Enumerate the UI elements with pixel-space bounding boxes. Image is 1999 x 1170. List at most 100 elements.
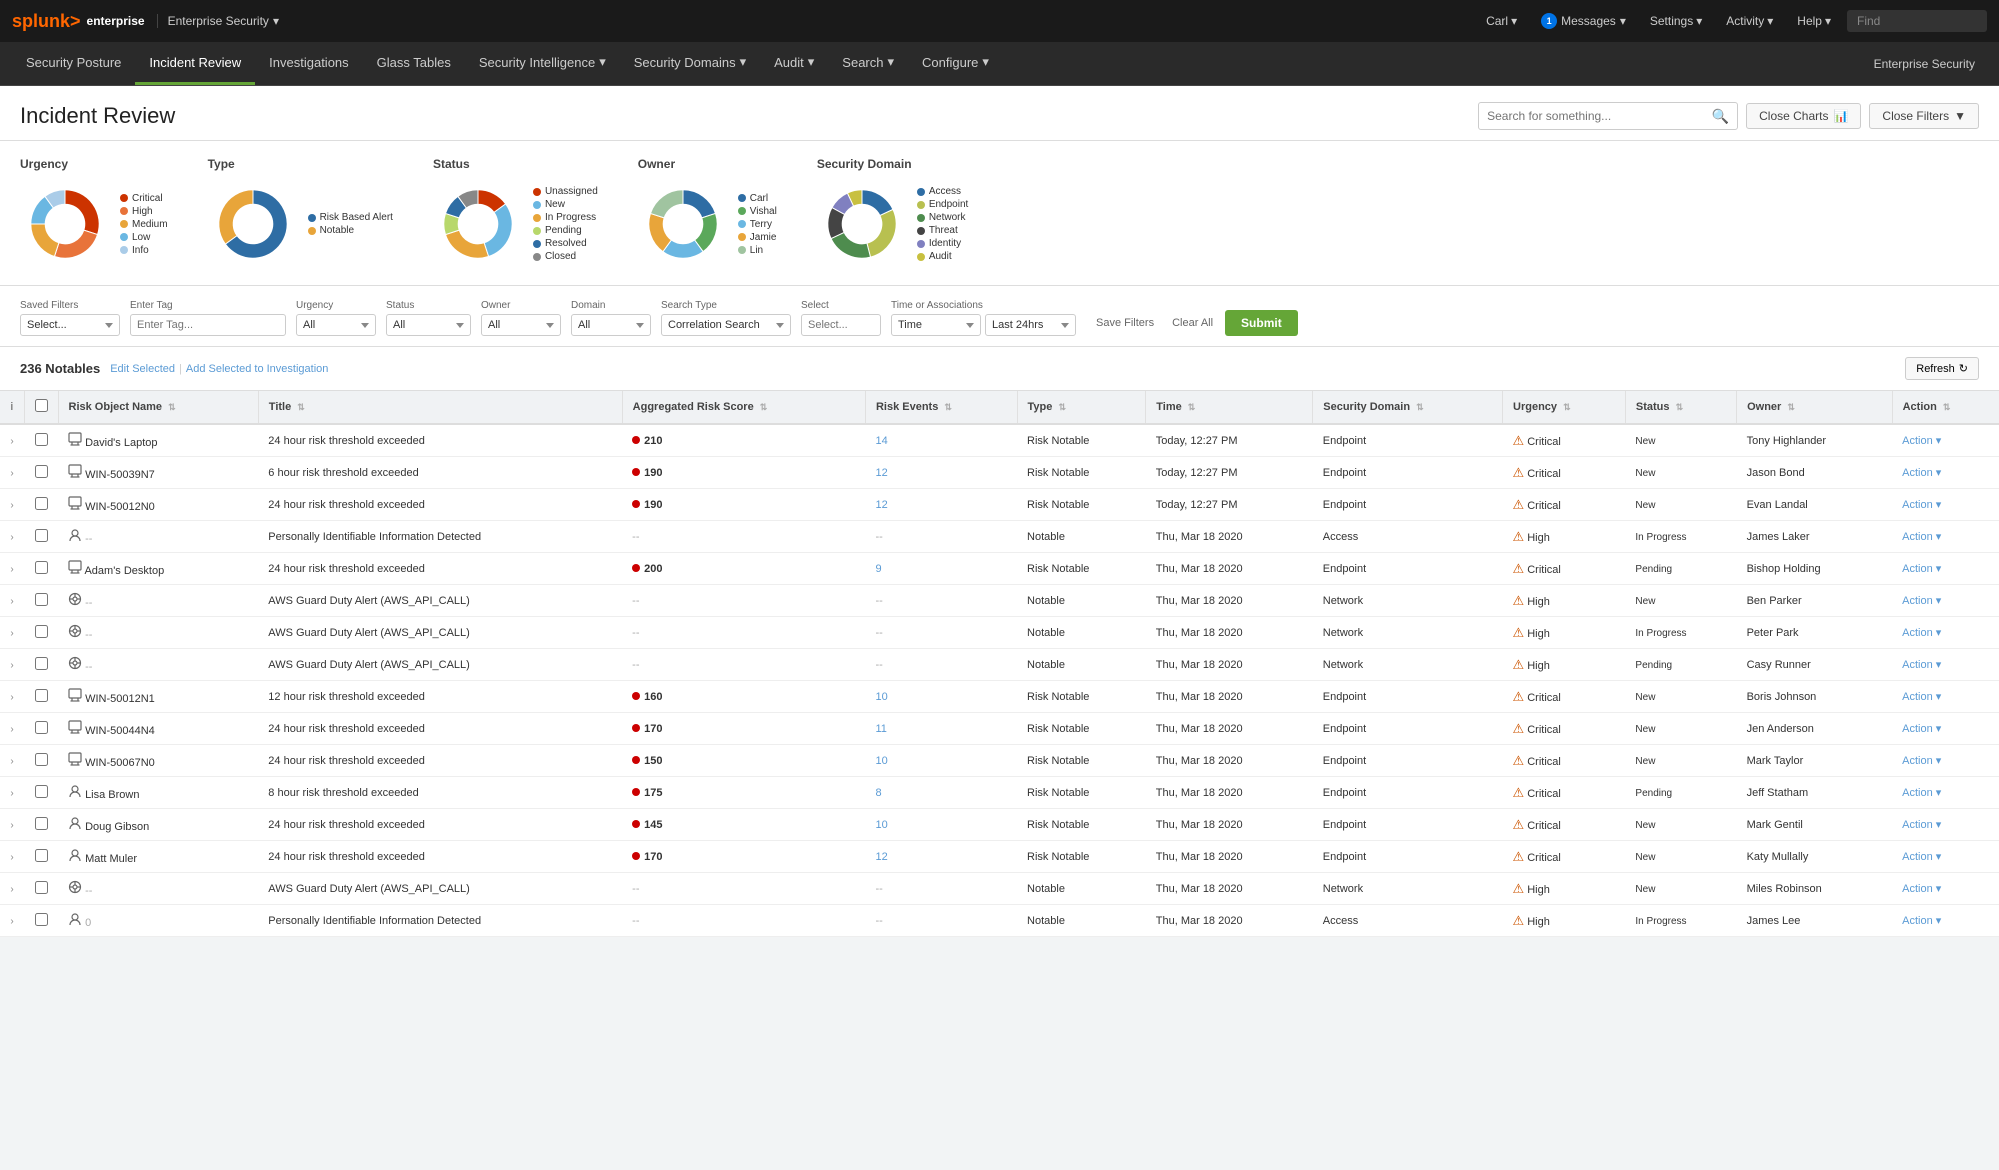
th-risk-score[interactable]: Aggregated Risk Score ⇅ xyxy=(622,391,865,424)
row-action[interactable]: Action ▾ xyxy=(1892,745,1999,777)
row-checkbox[interactable] xyxy=(35,593,48,606)
row-checkbox[interactable] xyxy=(35,785,48,798)
row-check[interactable] xyxy=(24,457,58,489)
action-button[interactable]: Action ▾ xyxy=(1902,755,1941,767)
time-select[interactable]: Time Associations xyxy=(891,314,981,336)
row-check[interactable] xyxy=(24,489,58,521)
row-action[interactable]: Action ▾ xyxy=(1892,585,1999,617)
th-security-domain[interactable]: Security Domain ⇅ xyxy=(1313,391,1503,424)
row-expand[interactable]: › xyxy=(0,905,24,937)
risk-events-link[interactable]: 10 xyxy=(875,819,887,831)
row-checkbox[interactable] xyxy=(35,721,48,734)
row-expand[interactable]: › xyxy=(0,745,24,777)
action-button[interactable]: Action ▾ xyxy=(1902,883,1941,895)
row-check[interactable] xyxy=(24,745,58,777)
submit-button[interactable]: Submit xyxy=(1225,310,1298,336)
row-action[interactable]: Action ▾ xyxy=(1892,424,1999,457)
action-button[interactable]: Action ▾ xyxy=(1902,531,1941,543)
nav-search[interactable]: Search ▾ xyxy=(828,42,908,85)
row-check[interactable] xyxy=(24,553,58,585)
search-input[interactable] xyxy=(1487,103,1712,129)
row-action[interactable]: Action ▾ xyxy=(1892,841,1999,873)
row-check[interactable] xyxy=(24,905,58,937)
find-input[interactable] xyxy=(1847,10,1987,32)
row-check[interactable] xyxy=(24,681,58,713)
close-charts-button[interactable]: Close Charts 📊 xyxy=(1746,103,1861,129)
row-expand[interactable]: › xyxy=(0,489,24,521)
messages-menu[interactable]: 1 Messages ▾ xyxy=(1533,13,1634,29)
row-checkbox[interactable] xyxy=(35,561,48,574)
action-button[interactable]: Action ▾ xyxy=(1902,819,1941,831)
row-expand[interactable]: › xyxy=(0,521,24,553)
row-action[interactable]: Action ▾ xyxy=(1892,553,1999,585)
th-status[interactable]: Status ⇅ xyxy=(1625,391,1736,424)
action-button[interactable]: Action ▾ xyxy=(1902,627,1941,639)
nav-security-domains[interactable]: Security Domains ▾ xyxy=(620,42,760,85)
row-checkbox[interactable] xyxy=(35,529,48,542)
edit-selected-link[interactable]: Edit Selected xyxy=(110,363,175,375)
action-button[interactable]: Action ▾ xyxy=(1902,499,1941,511)
product-selector[interactable]: Enterprise Security ▾ xyxy=(157,14,279,28)
row-expand[interactable]: › xyxy=(0,681,24,713)
row-check[interactable] xyxy=(24,585,58,617)
row-expand[interactable]: › xyxy=(0,809,24,841)
th-action[interactable]: Action ⇅ xyxy=(1892,391,1999,424)
row-check[interactable] xyxy=(24,841,58,873)
th-check[interactable] xyxy=(24,391,58,424)
row-expand[interactable]: › xyxy=(0,424,24,457)
risk-events-link[interactable]: 11 xyxy=(875,723,886,735)
nav-glass-tables[interactable]: Glass Tables xyxy=(363,42,465,85)
action-button[interactable]: Action ▾ xyxy=(1902,467,1941,479)
save-filters-button[interactable]: Save Filters xyxy=(1090,313,1160,333)
action-button[interactable]: Action ▾ xyxy=(1902,787,1941,799)
nav-security-intelligence[interactable]: Security Intelligence ▾ xyxy=(465,42,620,85)
nav-security-posture[interactable]: Security Posture xyxy=(12,42,135,85)
risk-events-link[interactable]: 12 xyxy=(875,499,887,511)
row-checkbox[interactable] xyxy=(35,881,48,894)
row-checkbox[interactable] xyxy=(35,849,48,862)
help-menu[interactable]: Help ▾ xyxy=(1789,14,1839,28)
row-checkbox[interactable] xyxy=(35,817,48,830)
row-action[interactable]: Action ▾ xyxy=(1892,777,1999,809)
domain-select[interactable]: All xyxy=(571,314,651,336)
risk-events-link[interactable]: 8 xyxy=(875,787,881,799)
row-action[interactable]: Action ▾ xyxy=(1892,649,1999,681)
row-action[interactable]: Action ▾ xyxy=(1892,521,1999,553)
clear-all-button[interactable]: Clear All xyxy=(1166,313,1219,333)
row-action[interactable]: Action ▾ xyxy=(1892,713,1999,745)
th-owner[interactable]: Owner ⇅ xyxy=(1737,391,1893,424)
search-icon[interactable]: 🔍 xyxy=(1712,108,1729,125)
add-selected-link[interactable]: Add Selected to Investigation xyxy=(186,363,328,375)
row-check[interactable] xyxy=(24,873,58,905)
row-checkbox[interactable] xyxy=(35,753,48,766)
row-action[interactable]: Action ▾ xyxy=(1892,809,1999,841)
activity-menu[interactable]: Activity ▾ xyxy=(1718,14,1781,28)
row-expand[interactable]: › xyxy=(0,585,24,617)
row-expand[interactable]: › xyxy=(0,873,24,905)
row-check[interactable] xyxy=(24,777,58,809)
nav-audit[interactable]: Audit ▾ xyxy=(760,42,828,85)
row-checkbox[interactable] xyxy=(35,465,48,478)
action-button[interactable]: Action ▾ xyxy=(1902,723,1941,735)
row-checkbox[interactable] xyxy=(35,913,48,926)
row-expand[interactable]: › xyxy=(0,617,24,649)
action-button[interactable]: Action ▾ xyxy=(1902,595,1941,607)
row-check[interactable] xyxy=(24,713,58,745)
user-menu[interactable]: Carl ▾ xyxy=(1478,14,1525,28)
nav-configure[interactable]: Configure ▾ xyxy=(908,42,1003,85)
owner-select[interactable]: All xyxy=(481,314,561,336)
urgency-select[interactable]: All Critical High Medium Low Info xyxy=(296,314,376,336)
risk-events-link[interactable]: 12 xyxy=(875,851,887,863)
row-expand[interactable]: › xyxy=(0,553,24,585)
risk-events-link[interactable]: 10 xyxy=(875,755,887,767)
th-title[interactable]: Title ⇅ xyxy=(258,391,622,424)
row-checkbox[interactable] xyxy=(35,497,48,510)
row-check[interactable] xyxy=(24,649,58,681)
row-check[interactable] xyxy=(24,424,58,457)
row-expand[interactable]: › xyxy=(0,841,24,873)
row-check[interactable] xyxy=(24,809,58,841)
row-checkbox[interactable] xyxy=(35,689,48,702)
row-expand[interactable]: › xyxy=(0,777,24,809)
enter-tag-input[interactable] xyxy=(130,314,286,336)
risk-events-link[interactable]: 12 xyxy=(875,467,887,479)
